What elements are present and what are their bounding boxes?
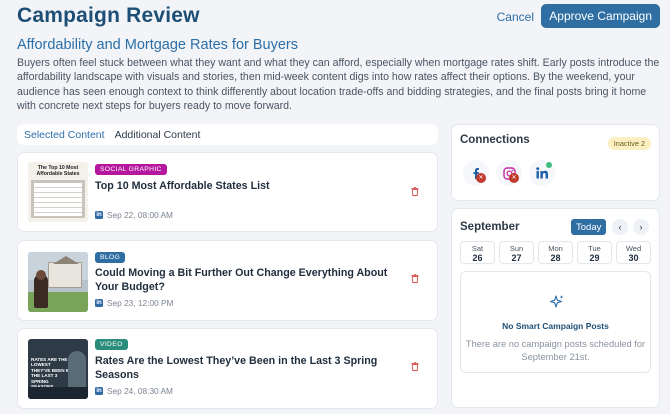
post-thumbnail: RATES ARE THE LOWEST THEY'VE BEEN IN THE…: [28, 339, 88, 399]
page-title: Campaign Review: [17, 4, 200, 27]
post-meta: in Sep 22, 08:00 AM: [95, 210, 173, 220]
calendar-day[interactable]: Sat 26: [460, 241, 495, 264]
active-status-dot: [546, 162, 552, 168]
post-type-badge: VIDEO: [95, 339, 128, 350]
thumbnail-caption: RATES ARE THE LOWEST THEY'VE BEEN IN THE…: [31, 357, 70, 389]
post-date: Sep 23, 12:00 PM: [107, 298, 174, 308]
connection-facebook[interactable]: ✕: [463, 160, 489, 186]
day-number: 28: [550, 253, 561, 263]
tab-additional-content[interactable]: Additional Content: [115, 129, 201, 141]
empty-state-title: No Smart Campaign Posts: [502, 321, 609, 331]
chevron-left-icon[interactable]: ‹: [612, 219, 628, 235]
calendar-day[interactable]: Tue 29: [577, 241, 612, 264]
empty-state: No Smart Campaign Posts There are no cam…: [460, 271, 651, 373]
linkedin-icon: in: [95, 299, 103, 307]
connection-instagram[interactable]: ✕: [496, 160, 522, 186]
post-thumbnail: The Top 10 Most Affordable States: [28, 162, 88, 222]
day-number: 30: [628, 253, 639, 263]
linkedin-icon: [535, 167, 548, 179]
connection-linkedin[interactable]: [529, 160, 555, 186]
page-header: Campaign Review Cancel Approve Campaign: [17, 4, 660, 30]
day-number: 26: [472, 253, 483, 263]
post-card[interactable]: BLOG Could Moving a Bit Further Out Chan…: [17, 240, 438, 321]
tab-selected-content[interactable]: Selected Content: [24, 129, 105, 141]
post-title: Could Moving a Bit Further Out Change Ev…: [95, 267, 388, 293]
campaign-subtitle: Affordability and Mortgage Rates for Buy…: [17, 37, 299, 53]
trash-icon[interactable]: [411, 187, 419, 196]
day-name: Tue: [588, 244, 601, 253]
approve-campaign-button[interactable]: Approve Campaign: [541, 4, 660, 28]
calendar-day[interactable]: Sun 27: [499, 241, 534, 264]
post-meta: in Sep 23, 12:00 PM: [95, 298, 173, 308]
error-icon: ✕: [476, 173, 486, 183]
error-icon: ✕: [509, 173, 519, 183]
calendar-card: September Today ‹ › Sat 26 Sun 27 Mon 28…: [451, 208, 660, 408]
connections-title: Connections: [460, 134, 530, 146]
calendar-day[interactable]: Mon 28: [538, 241, 573, 264]
post-date: Sep 22, 08:00 AM: [107, 210, 173, 220]
day-number: 27: [511, 253, 522, 263]
day-name: Wed: [625, 244, 642, 253]
post-card[interactable]: RATES ARE THE LOWEST THEY'VE BEEN IN THE…: [17, 328, 438, 409]
day-number: 29: [589, 253, 600, 263]
empty-state-description: There are no campaign posts scheduled fo…: [465, 339, 646, 362]
post-type-badge: BLOG: [95, 252, 126, 263]
calendar-month: September: [460, 221, 520, 233]
calendar-day[interactable]: Wed 30: [616, 241, 651, 264]
trash-icon[interactable]: [411, 274, 419, 283]
post-date: Sep 24, 08:30 AM: [107, 386, 173, 396]
post-type-badge: SOCIAL GRAPHIC: [95, 164, 167, 175]
campaign-description: Buyers often feel stuck between what the…: [17, 57, 660, 113]
post-thumbnail: [28, 252, 88, 312]
thumbnail-caption: The Top 10 Most Affordable States: [36, 165, 80, 177]
linkedin-icon: in: [95, 211, 103, 219]
post-title: Top 10 Most Affordable States List: [95, 180, 270, 192]
today-button[interactable]: Today: [571, 219, 607, 235]
connections-card: Connections Inactive 2 ✕ ✕: [451, 124, 660, 201]
post-card[interactable]: The Top 10 Most Affordable States SOCIAL…: [17, 152, 438, 232]
day-name: Sun: [509, 244, 524, 253]
trash-icon[interactable]: [411, 362, 419, 371]
post-title: Rates Are the Lowest They’ve Been in the…: [95, 355, 378, 381]
content-tabs: Selected Content Additional Content: [17, 124, 438, 145]
day-name: Mon: [548, 244, 563, 253]
sparkle-icon: [549, 295, 564, 308]
day-name: Sat: [471, 244, 484, 253]
inactive-badge: Inactive 2: [607, 137, 651, 150]
cancel-button[interactable]: Cancel: [497, 10, 534, 24]
linkedin-icon: in: [95, 387, 103, 395]
post-meta: in Sep 24, 08:30 AM: [95, 386, 173, 396]
chevron-right-icon[interactable]: ›: [633, 219, 649, 235]
